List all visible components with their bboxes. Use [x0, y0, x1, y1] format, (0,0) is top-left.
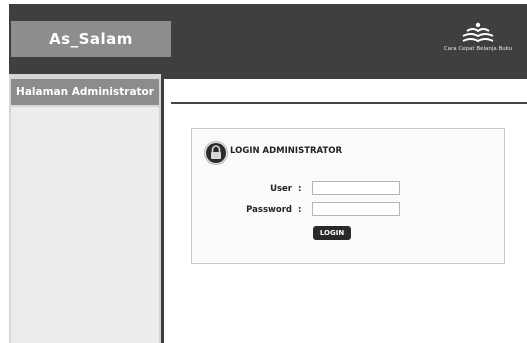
content-divider	[171, 102, 527, 104]
page-margin	[0, 0, 9, 343]
lock-icon	[204, 141, 228, 165]
user-label: User	[270, 184, 292, 194]
brand-tagline: Cara Cepat Belanja Buku	[443, 46, 513, 52]
site-logo-text: As_Salam	[49, 30, 133, 48]
site-logo[interactable]: As_Salam	[11, 21, 171, 57]
site-header: As_Salam Cara Cepat Belanja Buku	[9, 4, 527, 74]
main-content: LOGIN ADMINISTRATOR User : Password : LO…	[164, 79, 527, 343]
sidebar-body	[11, 107, 159, 343]
sidebar-title: Halaman Administrator	[11, 79, 159, 105]
sidebar: Halaman Administrator	[9, 74, 161, 343]
password-input[interactable]	[312, 202, 400, 216]
main-area: LOGIN ADMINISTRATOR User : Password : LO…	[161, 74, 527, 343]
brand-mark: Cara Cepat Belanja Buku	[432, 22, 524, 62]
login-panel: LOGIN ADMINISTRATOR User : Password : LO…	[191, 128, 505, 264]
login-title: LOGIN ADMINISTRATOR	[230, 146, 343, 156]
user-input[interactable]	[312, 181, 400, 195]
user-colon: :	[298, 184, 302, 194]
login-button[interactable]: LOGIN	[313, 226, 351, 240]
book-bird-icon	[432, 22, 524, 44]
password-label: Password	[246, 205, 292, 215]
password-colon: :	[298, 205, 302, 215]
